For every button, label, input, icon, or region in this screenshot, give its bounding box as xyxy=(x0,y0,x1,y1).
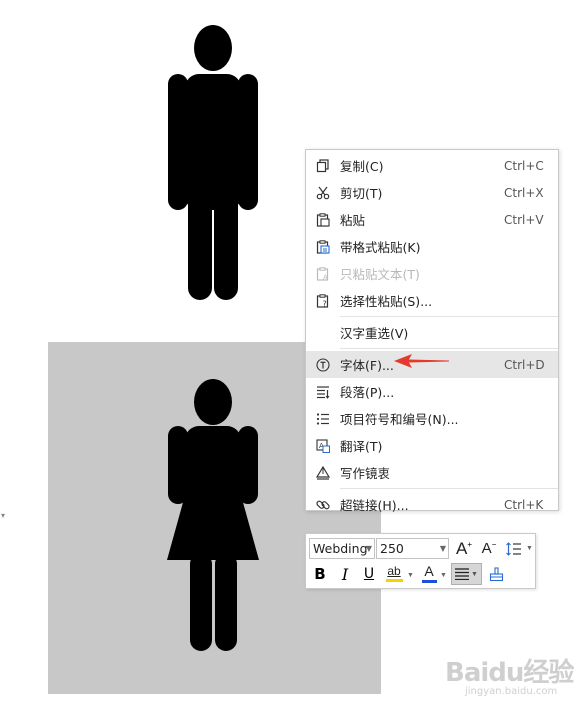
line-spacing-button[interactable] xyxy=(504,539,524,558)
menu-item-label: 粘贴 xyxy=(340,213,366,228)
menu-item-label: 写作镜衷 xyxy=(340,466,391,481)
format-painter-button[interactable] xyxy=(486,564,506,584)
mini-format-toolbar: Webding ▼ 250 ▼ A + A − ▼ B I U ab ▼ A ▼ ▼ xyxy=(305,533,536,589)
translate-icon: A xyxy=(306,438,340,453)
menu-item-label: 带格式粘贴(K) xyxy=(340,240,421,255)
male-figure-image xyxy=(168,25,258,300)
female-figure-image xyxy=(167,379,259,651)
paste-special-icon: ? xyxy=(306,293,340,308)
chevron-down-icon: ▼ xyxy=(365,544,372,553)
svg-text:A: A xyxy=(323,273,328,281)
menu-item-paste-special[interactable]: ? 选择性粘贴(S)... xyxy=(306,287,558,314)
watermark-url: jingyan.baidu.com xyxy=(465,686,558,697)
writing-icon xyxy=(306,465,340,480)
menu-item-label: 剪切(T) xyxy=(340,186,383,201)
menu-separator xyxy=(340,488,558,489)
font-color-bar xyxy=(421,579,437,583)
menu-item-shortcut: Ctrl+D xyxy=(504,357,545,372)
menu-item-paste-formatted[interactable]: 带格式粘贴(K) xyxy=(306,233,558,260)
font-name-combo[interactable]: Webding ▼ xyxy=(309,538,375,559)
menu-separator xyxy=(340,348,558,349)
paste-formatted-icon xyxy=(306,239,340,254)
menu-separator xyxy=(340,316,558,317)
menu-item-copy[interactable]: 复制(C) Ctrl+C xyxy=(306,152,558,179)
font-size-value: 250 xyxy=(380,541,404,556)
grow-font-button[interactable]: A + xyxy=(454,538,474,559)
font-name-value: Webding xyxy=(313,541,368,556)
watermark-text: Baidu经验 xyxy=(445,658,574,688)
menu-item-shortcut: Ctrl+V xyxy=(504,212,544,227)
menu-item-shortcut: Ctrl+X xyxy=(504,185,544,200)
paste-icon xyxy=(306,212,340,227)
link-icon xyxy=(306,498,340,512)
format-painter-icon xyxy=(489,566,503,581)
shrink-font-button[interactable]: A − xyxy=(479,538,499,559)
grow-font-icon: A xyxy=(455,538,468,558)
font-color-icon: A xyxy=(424,562,434,579)
menu-item-label: 段落(P)... xyxy=(340,385,395,400)
menu-item-label: 项目符号和编号(N)... xyxy=(340,412,459,427)
highlight-color-bar xyxy=(385,579,403,582)
align-justify-icon xyxy=(455,568,470,580)
menu-item-bullets-numbering[interactable]: 项目符号和编号(N)... xyxy=(306,405,558,432)
underline-button[interactable]: U xyxy=(359,564,379,584)
menu-item-paste-text: A 只粘贴文本(T) xyxy=(306,260,558,287)
list-icon xyxy=(306,412,340,426)
menu-item-paragraph[interactable]: 段落(P)... xyxy=(306,378,558,405)
chevron-down-icon[interactable]: ▼ xyxy=(407,572,414,579)
paste-text-icon: A xyxy=(306,266,340,281)
font-size-combo[interactable]: 250 ▼ xyxy=(376,538,449,559)
menu-item-reselect-chinese[interactable]: 汉字重选(V) xyxy=(306,319,558,346)
font-icon xyxy=(306,357,340,372)
menu-item-label: 选择性粘贴(S)... xyxy=(340,294,433,309)
highlight-icon: ab xyxy=(387,564,401,578)
menu-item-writing[interactable]: 写作镜衷 xyxy=(306,459,558,486)
menu-item-label: 汉字重选(V) xyxy=(340,326,409,341)
menu-item-label: 复制(C) xyxy=(340,159,384,174)
bold-button[interactable]: B xyxy=(310,564,330,584)
red-arrow-annotation xyxy=(394,354,449,368)
scissors-icon xyxy=(306,186,340,200)
context-menu: 复制(C) Ctrl+C 剪切(T) Ctrl+X 粘贴 Ctrl+V 带格式粘… xyxy=(305,149,559,513)
menu-item-shortcut: Ctrl+C xyxy=(504,158,544,173)
menu-item-paste[interactable]: 粘贴 Ctrl+V xyxy=(306,206,558,233)
chevron-down-icon[interactable]: ▼ xyxy=(440,572,447,579)
shrink-font-icon: A xyxy=(481,540,492,557)
baidu-watermark: Baidu经验 jingyan.baidu.com xyxy=(445,652,574,697)
menu-item-hyperlink[interactable]: 超链接(H)... Ctrl+K xyxy=(306,491,558,518)
svg-text:?: ? xyxy=(323,299,327,308)
menu-item-label: 翻译(T) xyxy=(340,439,383,454)
menu-item-translate[interactable]: A 翻译(T) xyxy=(306,432,558,459)
copy-icon xyxy=(306,158,340,173)
italic-button[interactable]: I xyxy=(335,564,355,584)
menu-item-cut[interactable]: 剪切(T) Ctrl+X xyxy=(306,179,558,206)
chevron-down-icon: ▼ xyxy=(439,544,446,553)
paragraph-marker: ▾ xyxy=(1,511,6,520)
font-color-button[interactable]: A xyxy=(419,563,439,584)
menu-item-shortcut: Ctrl+K xyxy=(504,497,544,512)
menu-item-label: 超链接(H)... xyxy=(340,498,409,513)
chevron-down-icon[interactable]: ▼ xyxy=(526,545,533,552)
menu-item-label: 只粘贴文本(T) xyxy=(340,267,420,282)
paragraph-icon xyxy=(306,385,340,399)
align-button[interactable]: ▼ xyxy=(451,563,482,585)
highlight-button[interactable]: ab xyxy=(383,563,405,584)
line-spacing-icon xyxy=(506,541,521,556)
